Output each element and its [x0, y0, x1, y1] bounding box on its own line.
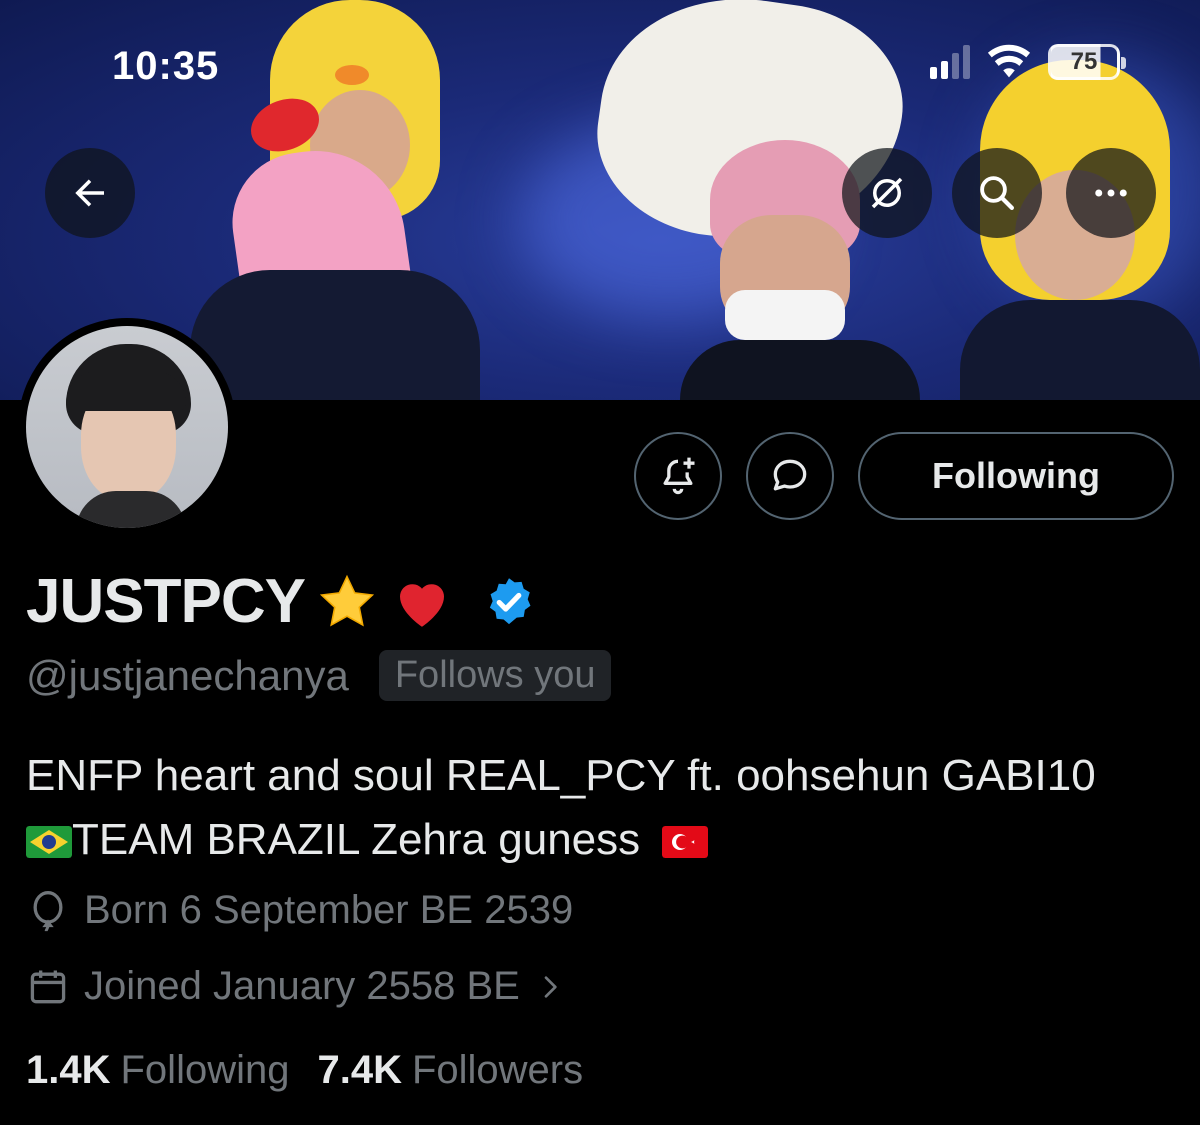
arrow-left-icon [75, 179, 104, 207]
message-bubble-icon [773, 459, 807, 491]
search-button[interactable] [952, 148, 1042, 238]
profile-bio: ENFP heart and soul REAL_PCY ft. oohsehu… [26, 744, 1186, 872]
chevron-right-icon [544, 975, 557, 998]
bio-line-2: TEAM BRAZIL Zehra guness [72, 815, 641, 864]
following-label: Following [120, 1048, 290, 1092]
notifications-button[interactable] [634, 432, 722, 520]
status-icons: 75 [930, 44, 1126, 80]
display-name: JUSTPCY [26, 567, 306, 636]
verified-badge-icon[interactable] [481, 574, 537, 630]
avatar-photo [26, 326, 228, 528]
back-button[interactable] [45, 148, 135, 238]
handle-row: @justjanechanya Follows you [26, 650, 612, 701]
search-icon [980, 176, 1014, 210]
profile-avatar[interactable] [18, 318, 236, 536]
display-name-row: JUSTPCY [26, 566, 537, 637]
battery-icon: 75 [1048, 44, 1126, 80]
following-count-link[interactable]: 1.4K Following [26, 1048, 289, 1093]
balloon-icon [33, 890, 63, 931]
battery-level: 75 [1070, 48, 1098, 75]
red-heart-emoji-icon [399, 583, 444, 627]
eye-slash-icon [871, 177, 903, 209]
translate-toggle-button[interactable] [842, 148, 932, 238]
followers-label: Followers [411, 1048, 584, 1092]
more-options-button[interactable] [1066, 148, 1156, 238]
message-button[interactable] [746, 432, 834, 520]
birthday-row: Born 6 September BE 2539 [26, 888, 573, 933]
more-dots-icon [1095, 189, 1127, 197]
birthday-text: Born 6 September BE 2539 [84, 888, 574, 932]
followers-count: 7.4K [317, 1048, 402, 1092]
following-count: 1.4K [26, 1048, 111, 1092]
bio-line-1: ENFP heart and soul REAL_PCY ft. oohsehu… [26, 751, 1096, 800]
joined-text: Joined January 2558 BE [84, 964, 520, 1008]
follow-stats: 1.4K Following 7.4K Followers [26, 1048, 583, 1093]
calendar-icon [30, 970, 66, 1003]
bell-plus-icon [663, 457, 695, 495]
turkey-flag-icon [662, 826, 709, 859]
status-time: 10:35 [112, 44, 220, 88]
followers-count-link[interactable]: 7.4K Followers [317, 1048, 583, 1093]
bio-line-2-row: TEAM BRAZIL Zehra guness [26, 808, 1186, 872]
user-handle: @justjanechanya [26, 651, 349, 699]
brazil-flag-icon [26, 826, 72, 859]
following-button-label: Following [932, 455, 1100, 496]
follows-you-badge: Follows you [378, 650, 612, 701]
banner-figure-left-body [190, 270, 480, 400]
cellular-signal-icon [930, 45, 970, 79]
wifi-icon [987, 44, 1031, 78]
star-emoji-icon [319, 574, 375, 626]
joined-row[interactable]: Joined January 2558 BE [26, 964, 566, 1009]
following-button[interactable]: Following [858, 432, 1174, 520]
